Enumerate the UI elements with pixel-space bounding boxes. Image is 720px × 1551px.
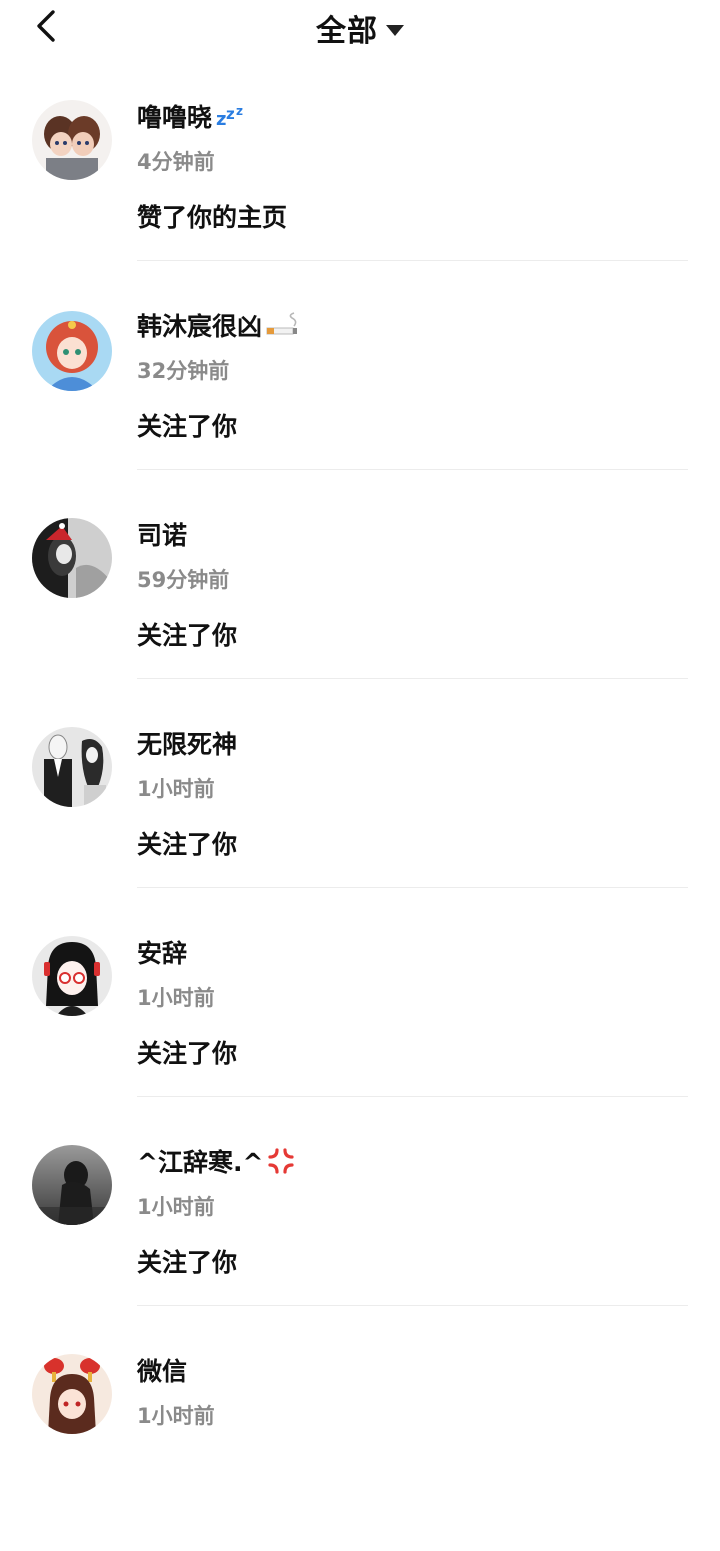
timestamp: 4分钟前 [137,150,215,174]
username[interactable]: 无限死神 [137,725,237,761]
notification-action: 关注了你 [137,1248,238,1277]
zzz-icon: z z z [214,103,248,129]
notification-action: 关注了你 [137,830,238,859]
name-row: ^江辞寒.^ [137,1141,297,1181]
name-row: 微信 [137,1350,187,1390]
avatar[interactable] [32,727,112,807]
avatar[interactable] [32,100,112,180]
svg-text:z: z [216,109,226,129]
filter-dropdown[interactable]: 全部 [0,0,720,56]
caret-down-icon [386,24,404,36]
username[interactable]: 噜噜晓 [137,98,212,134]
avatar[interactable] [32,936,112,1016]
username[interactable]: 韩沐宸很凶 [137,307,262,343]
anger-icon [265,1145,297,1177]
avatar[interactable] [32,1145,112,1225]
name-row: 司诺 [137,514,187,554]
notification-item[interactable]: 无限死神 1小时前 关注了你 [0,715,720,924]
timestamp: 32分钟前 [137,359,230,383]
timestamp: 1小时前 [137,1404,215,1428]
divider [137,260,688,261]
timestamp: 1小时前 [137,986,215,1010]
notification-item[interactable]: 韩沐宸很凶 32分钟前 关注了你 [0,297,720,506]
timestamp: 59分钟前 [137,568,230,592]
page-title: 全部 [316,14,378,49]
divider [137,1305,688,1306]
timestamp: 1小时前 [137,1195,215,1219]
username[interactable]: ^江辞寒.^ [137,1143,263,1179]
notification-action: 关注了你 [137,621,238,650]
divider [137,1096,688,1097]
notification-item[interactable]: ^江辞寒.^ 1小时前 关注了你 [0,1133,720,1342]
cigarette-icon [264,312,300,338]
divider [137,469,688,470]
top-bar: 全部 [0,0,720,60]
notification-item[interactable]: 安辞 1小时前 关注了你 [0,924,720,1133]
notification-item[interactable]: 司诺 59分钟前 关注了你 [0,506,720,715]
timestamp: 1小时前 [137,777,215,801]
divider [137,887,688,888]
notification-action: 赞了你的主页 [137,203,288,232]
name-row: 韩沐宸很凶 [137,305,300,345]
name-row: 无限死神 [137,723,237,763]
username[interactable]: 微信 [137,1352,187,1388]
svg-text:z: z [226,105,235,123]
username[interactable]: 安辞 [137,934,187,970]
username[interactable]: 司诺 [137,516,187,552]
notification-item[interactable]: 噜噜晓 z z z 4分钟前 赞了你的主页 [0,88,720,297]
notification-action: 关注了你 [137,1039,238,1068]
notification-action: 关注了你 [137,412,238,441]
name-row: 安辞 [137,932,187,972]
avatar[interactable] [32,1354,112,1434]
svg-text:z: z [236,104,243,118]
name-row: 噜噜晓 z z z [137,96,248,136]
divider [137,678,688,679]
avatar[interactable] [32,311,112,391]
notification-item[interactable]: 微信 1小时前 [0,1342,720,1551]
avatar[interactable] [32,518,112,598]
